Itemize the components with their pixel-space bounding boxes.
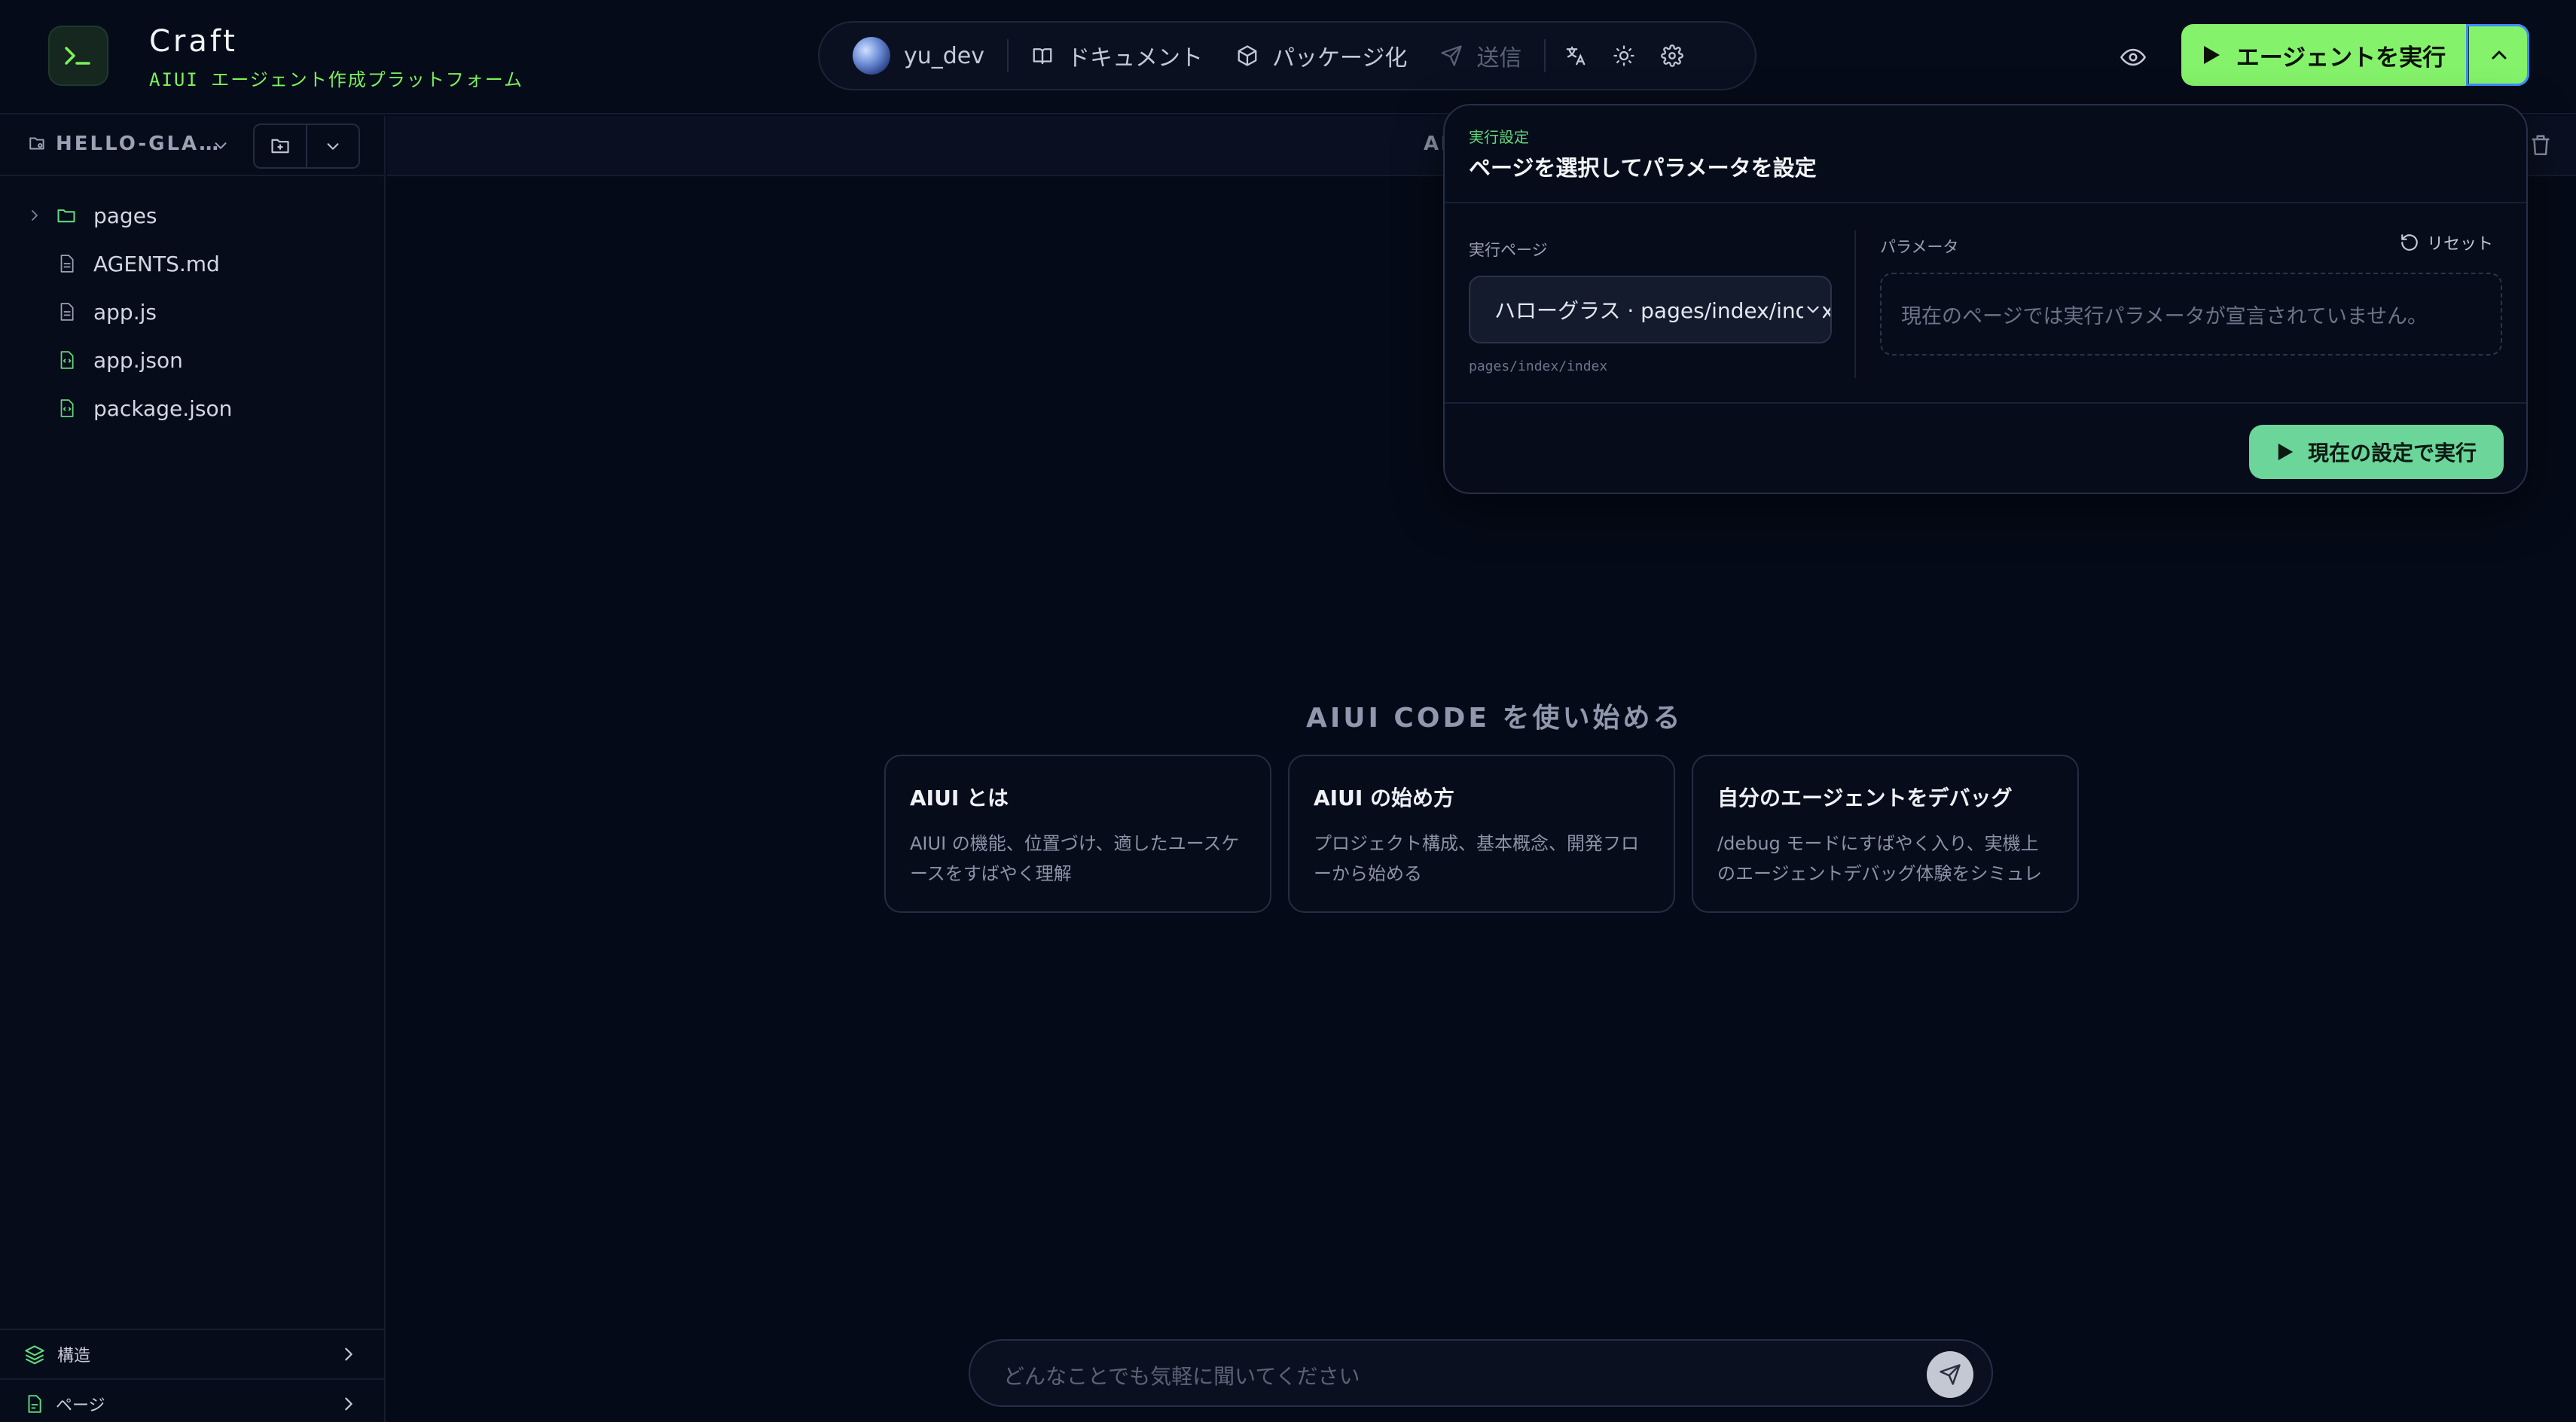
tree-item-package-json[interactable]: package.json xyxy=(0,384,384,432)
tree-item-app-js[interactable]: app.js xyxy=(0,288,384,336)
run-with-current-settings-button[interactable]: 現在の設定で実行 xyxy=(2249,425,2504,479)
new-folder-icon[interactable] xyxy=(255,125,307,167)
submit-button[interactable]: 送信 xyxy=(1424,33,1538,78)
tree-item-label: package.json xyxy=(93,395,233,421)
run-agent-button[interactable]: エージェントを実行 xyxy=(2181,24,2466,86)
chat-input-placeholder[interactable]: どんなことでも気軽に聞いてください xyxy=(1003,1360,1360,1390)
chat-input-bar[interactable]: どんなことでも気軽に聞いてください xyxy=(969,1339,1993,1407)
parameters-label: パラメータ xyxy=(1880,238,1959,256)
header-toolbar: yu_dev ドキュメント パッケージ化 送信 xyxy=(818,21,1757,90)
tree-item-pages[interactable]: pages xyxy=(0,191,384,240)
package-label: パッケージ化 xyxy=(1272,45,1408,72)
json-file-icon xyxy=(51,397,81,420)
quickstart-card-debug-agent[interactable]: 自分のエージェントをデバッグ /debug モードにすばやく入り、実機上のエージ… xyxy=(1692,755,2079,913)
chevron-right-icon xyxy=(345,1347,353,1361)
send-message-button[interactable] xyxy=(1927,1351,1973,1398)
avatar xyxy=(853,37,890,75)
send-icon xyxy=(1441,45,1463,66)
chevron-up-icon xyxy=(2492,50,2507,60)
top-header: Craft AIUI エージェント作成プラットフォーム yu_dev ドキュメン… xyxy=(0,0,2576,114)
card-title: 自分のエージェントをデバッグ xyxy=(1717,786,2013,810)
parameters-empty-state: 現在のページでは実行パラメータが宣言されていません。 xyxy=(1880,273,2502,356)
user-name: yu_dev xyxy=(904,42,985,69)
card-title: AIUI の始め方 xyxy=(1314,786,1454,810)
tree-item-agents-md[interactable]: AGENTS.md xyxy=(0,240,384,288)
run-options-toggle[interactable] xyxy=(2466,24,2529,86)
getting-started-title: AIUI CODE を使い始める xyxy=(1306,703,1683,734)
trash-icon[interactable] xyxy=(2528,131,2553,158)
chevron-right-icon[interactable] xyxy=(18,209,51,222)
submit-label: 送信 xyxy=(1476,45,1522,72)
app-title: Craft xyxy=(149,24,238,59)
play-icon xyxy=(2203,46,2220,64)
pages-label: ページ xyxy=(56,1396,105,1415)
layers-icon xyxy=(25,1345,44,1365)
toolbar-divider xyxy=(1007,39,1009,72)
run-page-select[interactable]: ハローグラス · pages/index/index xyxy=(1469,276,1832,343)
settings-gear-icon[interactable] xyxy=(1659,42,1686,69)
popover-kicker: 実行設定 xyxy=(1469,128,1529,146)
file-explorer-sidebar: HELLO-GLA… pages AGENTS.md app.js app.js… xyxy=(0,116,386,1422)
user-menu[interactable]: yu_dev xyxy=(836,33,1001,78)
run-page-value: ハローグラス · pages/index/index xyxy=(1494,298,1832,323)
file-icon xyxy=(51,252,81,275)
reset-label: リセット xyxy=(2426,235,2493,254)
card-description: AIUI の機能、位置づけ、適したユースケースをすばやく理解 xyxy=(910,833,1240,884)
quickstart-card-what-is-aiui[interactable]: AIUI とは AIUI の機能、位置づけ、適したユースケースをすばやく理解 xyxy=(884,755,1271,913)
route-hint: pages/index/index xyxy=(1469,359,1608,374)
theme-sun-icon[interactable] xyxy=(1610,42,1637,69)
reset-rotate-icon xyxy=(2401,234,2418,251)
translate-icon[interactable] xyxy=(1562,42,1589,69)
popover-title: ページを選択してパラメータを設定 xyxy=(1469,155,1817,181)
structure-panel-toggle[interactable]: 構造 xyxy=(0,1329,384,1378)
project-selector[interactable]: HELLO-GLA… xyxy=(27,133,221,155)
pages-panel-toggle[interactable]: ページ xyxy=(0,1378,384,1422)
run-page-label: 実行ページ xyxy=(1469,241,1548,259)
play-icon xyxy=(2278,443,2294,461)
folder-icon xyxy=(51,205,81,226)
folder-branch-icon xyxy=(29,137,44,150)
card-description: プロジェクト構成、基本概念、開発フローから始める xyxy=(1314,833,1639,884)
reset-button[interactable]: リセット xyxy=(2400,230,2493,255)
divider xyxy=(1854,230,1856,378)
tree-item-label: app.json xyxy=(93,347,183,373)
chevron-down-icon xyxy=(1803,300,1823,319)
divider xyxy=(1445,402,2526,404)
project-name: HELLO-GLA… xyxy=(56,133,221,155)
file-tree: pages AGENTS.md app.js app.json package.… xyxy=(0,191,384,432)
docs-button[interactable]: ドキュメント xyxy=(1015,33,1219,78)
explorer-actions xyxy=(253,124,360,169)
package-button[interactable]: パッケージ化 xyxy=(1219,33,1424,78)
chevron-right-icon xyxy=(345,1397,353,1411)
run-with-current-settings-label: 現在の設定で実行 xyxy=(2307,441,2477,465)
docs-label: ドキュメント xyxy=(1067,45,1204,72)
structure-label: 構造 xyxy=(57,1347,91,1366)
terminal-logo-icon xyxy=(48,26,108,86)
chevron-down-icon[interactable] xyxy=(212,137,229,154)
package-icon xyxy=(1238,45,1257,66)
page-file-icon xyxy=(28,1395,41,1413)
run-settings-popover: 実行設定 ページを選択してパラメータを設定 実行ページ ハローグラス · pag… xyxy=(1443,104,2528,494)
toolbar-divider xyxy=(1544,39,1546,72)
card-title: AIUI とは xyxy=(910,786,1009,810)
json-file-icon xyxy=(51,349,81,371)
quickstart-card-how-to-start[interactable]: AIUI の始め方 プロジェクト構成、基本概念、開発フローから始める xyxy=(1288,755,1675,913)
more-options-chevron-icon[interactable] xyxy=(307,125,359,167)
app-subtitle: AIUI エージェント作成プラットフォーム xyxy=(149,69,524,90)
tree-item-label: pages xyxy=(93,203,157,228)
tree-item-label: AGENTS.md xyxy=(93,251,220,276)
file-icon xyxy=(51,301,81,323)
preview-eye-icon[interactable] xyxy=(2117,41,2150,74)
book-icon xyxy=(1033,48,1052,65)
run-agent-label: エージェントを実行 xyxy=(2236,44,2446,72)
send-icon xyxy=(1940,1364,1961,1385)
tree-item-label: app.js xyxy=(93,299,157,325)
explorer-header: HELLO-GLA… xyxy=(0,116,384,176)
card-description: /debug モードにすばやく入り、実機上のエージェントデバッグ体験をシミュレ xyxy=(1717,833,2043,884)
tree-item-app-json[interactable]: app.json xyxy=(0,336,384,384)
divider xyxy=(1445,202,2526,203)
